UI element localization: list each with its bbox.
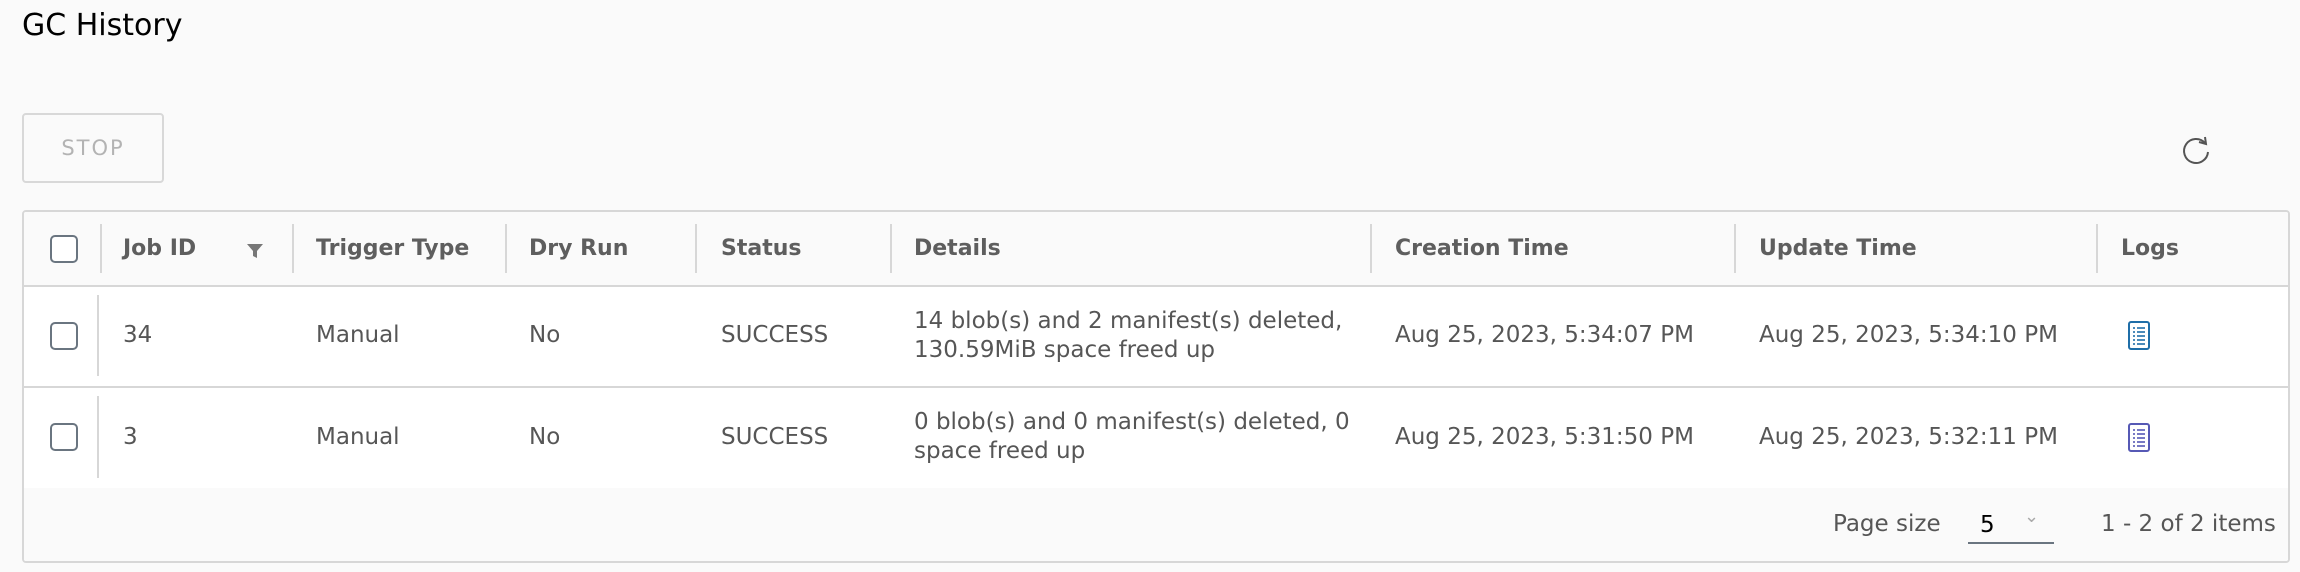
stop-button[interactable]: STOP [22, 113, 164, 183]
page-size-select[interactable]: 5 ⌄ [1968, 502, 2054, 544]
job-id: 34 [123, 322, 153, 348]
details: 14 blob(s) and 2 manifest(s) deleted, 13… [914, 307, 1343, 363]
column-header-dry-run[interactable]: Dry Run [529, 212, 628, 285]
status: SUCCESS [721, 322, 829, 348]
dry-run: No [529, 423, 561, 450]
row-checkbox[interactable] [50, 423, 78, 451]
column-header-update-time[interactable]: Update Time [1759, 212, 1917, 285]
job-id: 3 [123, 423, 138, 450]
filter-icon[interactable] [246, 242, 264, 260]
update-time: Aug 25, 2023, 5:32:11 PM [1759, 423, 2058, 450]
column-header-details[interactable]: Details [914, 212, 1001, 285]
column-header-trigger-type[interactable]: Trigger Type [316, 212, 469, 285]
page-size-value: 5 [1980, 512, 1995, 538]
table-row: 3 Manual No SUCCESS 0 blob(s) and 0 mani… [24, 386, 2288, 491]
log-document-icon[interactable] [2128, 422, 2150, 452]
column-header-logs: Logs [2121, 236, 2179, 261]
details: 0 blob(s) and 0 manifest(s) deleted, 0 s… [914, 409, 1350, 464]
trigger-type: Manual [316, 322, 400, 348]
update-time: Aug 25, 2023, 5:34:10 PM [1759, 322, 2058, 348]
log-document-icon[interactable] [2128, 321, 2150, 350]
select-all-checkbox[interactable] [50, 234, 78, 263]
page-size-label: Page size [1833, 511, 1941, 537]
table-row: 34 Manual No SUCCESS 14 blob(s) and 2 ma… [24, 285, 2288, 388]
row-checkbox[interactable] [50, 321, 78, 350]
creation-time: Aug 25, 2023, 5:31:50 PM [1395, 423, 1694, 450]
table-header: Job ID Trigger Type Dry Run Status Detai… [24, 212, 2288, 287]
status: SUCCESS [721, 423, 829, 450]
column-header-creation-time[interactable]: Creation Time [1395, 212, 1569, 285]
gc-history-table: Job ID Trigger Type Dry Run Status Detai… [22, 210, 2290, 563]
chevron-down-icon: ⌄ [2024, 506, 2040, 527]
creation-time: Aug 25, 2023, 5:34:07 PM [1395, 322, 1694, 348]
column-header-status[interactable]: Status [721, 212, 801, 285]
dry-run: No [529, 322, 561, 348]
table-footer: Page size 5 ⌄ 1 - 2 of 2 items [24, 488, 2288, 561]
column-header-job-id[interactable]: Job ID [123, 212, 196, 285]
trigger-type: Manual [316, 423, 400, 450]
page-title: GC History [22, 8, 183, 43]
pagination-summary: 1 - 2 of 2 items [2101, 511, 2276, 537]
refresh-icon[interactable] [2179, 133, 2213, 167]
